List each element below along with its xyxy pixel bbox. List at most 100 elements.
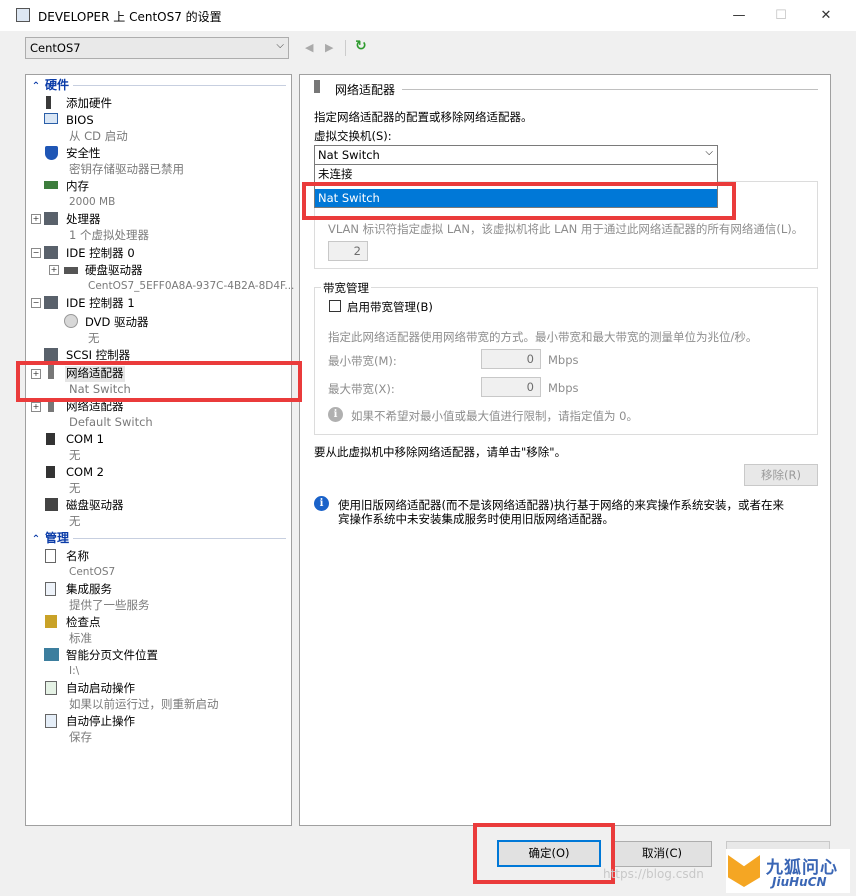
bandwidth-description: 指定此网络适配器使用网络带宽的方式。最小带宽和最大带宽的测量单位为兆位/秒。 [328,330,758,344]
option-not-connected[interactable]: 未连接 [315,165,717,183]
tree-item-com1[interactable]: COM 1 [66,431,104,447]
tree-item-ide-0[interactable]: IDE 控制器 0 [66,245,135,261]
dvd-icon [64,314,78,328]
tree-item-name[interactable]: 名称 [66,548,89,564]
virtual-switch-value: Nat Switch [318,148,380,162]
chevron-down-icon: ⌵ [705,147,713,158]
paging-file-icon [44,648,59,661]
app-icon [16,8,30,22]
checkpoint-icon [45,615,57,628]
paging-location-detail: I:\ [69,665,80,677]
tree-item-checkpoints[interactable]: 检查点 [66,614,101,630]
dvd-detail: 无 [88,331,100,345]
processor-icon [44,212,58,225]
tree-item-ide-1[interactable]: IDE 控制器 1 [66,295,135,311]
expand-icon[interactable]: + [31,214,41,224]
tree-item-processor[interactable]: 处理器 [66,211,101,227]
max-bandwidth-input[interactable]: 0 [481,377,541,397]
back-icon[interactable]: ◀ [305,41,313,54]
annotation-highlight-dropdown [302,182,736,220]
refresh-icon[interactable]: ↻ [355,38,367,54]
chevron-down-icon: ⌵ [276,40,284,51]
ide-controller-icon [44,246,58,259]
vlan-description: VLAN 标识符指定虚拟 LAN，该虚拟机将此 LAN 用于通过此网络适配器的所… [328,222,804,236]
watermark-url: https://blog.csdn [603,867,704,881]
tree-item-security[interactable]: 安全性 [66,145,101,161]
com1-detail: 无 [69,448,81,462]
management-section-header[interactable]: ⌃ 管理 [27,531,290,546]
min-bandwidth-label: 最小带宽(M): [328,354,397,368]
tree-item-hard-disk[interactable]: 硬盘驱动器 [85,262,143,278]
forward-icon[interactable]: ▶ [325,41,333,54]
expand-icon[interactable]: + [49,265,59,275]
collapse-icon[interactable]: − [31,248,41,258]
floppy-icon [45,498,58,511]
com-port-icon [46,433,55,445]
shield-icon [45,146,58,160]
tree-item-auto-stop[interactable]: 自动停止操作 [66,713,135,729]
com-port-icon [46,466,55,478]
minimize-button[interactable]: — [716,0,762,31]
tree-item-paging-location[interactable]: 智能分页文件位置 [66,647,158,663]
bios-detail: 从 CD 启动 [69,129,128,143]
memory-detail: 2000 MB [69,196,116,208]
toolbar-divider [345,40,346,56]
checkpoints-detail: 标准 [69,631,92,645]
tree-item-integration-services[interactable]: 集成服务 [66,581,112,597]
tree-item-diskette[interactable]: 磁盘驱动器 [66,497,124,513]
name-icon [45,549,56,563]
tree-item-memory[interactable]: 内存 [66,178,89,194]
auto-stop-icon [45,714,57,728]
tree-item-dvd[interactable]: DVD 驱动器 [85,314,149,330]
window-title: DEVELOPER 上 CentOS7 的设置 [38,10,222,24]
legacy-adapter-note-line2: 宾操作系统中未安装集成服务时使用旧版网络适配器。 [338,512,614,526]
vm-selector-value: CentOS7 [30,41,81,55]
min-bandwidth-input[interactable]: 0 [481,349,541,369]
remove-button[interactable]: 移除(R) [744,464,818,486]
name-detail: CentOS7 [69,566,116,578]
info-icon: i [328,407,343,422]
com2-detail: 无 [69,481,81,495]
bandwidth-checkbox[interactable] [329,300,341,312]
annotation-highlight-ok [473,823,615,884]
ide-controller-icon [44,296,58,309]
integration-services-icon [45,582,56,596]
processor-detail: 1 个虚拟处理器 [69,228,149,242]
vlan-id-input[interactable]: 2 [328,241,368,261]
cancel-button[interactable]: 取消(C) [612,841,712,867]
fox-logo-icon [728,855,760,887]
max-bandwidth-unit: Mbps [548,381,579,395]
expand-icon[interactable]: + [31,402,41,412]
memory-icon [44,181,58,189]
bios-icon [44,113,58,124]
tree-item-add-hardware[interactable]: 添加硬件 [66,95,112,111]
min-bandwidth-unit: Mbps [548,353,579,367]
adapter-description: 指定网络适配器的配置或移除网络适配器。 [314,110,533,124]
collapse-icon: ⌃ [31,81,41,92]
watermark-logo: 九狐问心 JiuHuCN [726,849,850,893]
scsi-controller-icon [44,348,58,361]
tree-item-com2[interactable]: COM 2 [66,464,104,480]
close-button[interactable]: ✕ [803,0,849,31]
auto-stop-detail: 保存 [69,730,92,744]
hardware-section-header[interactable]: ⌃ 硬件 [27,78,290,93]
virtual-switch-select[interactable]: Nat Switch ⌵ [314,145,718,165]
collapse-icon[interactable]: − [31,298,41,308]
title-divider [402,89,818,90]
bandwidth-checkbox-label[interactable]: 启用带宽管理(B) [347,299,433,315]
annotation-highlight-network-adapter [16,361,302,402]
security-detail: 密钥存储驱动器已禁用 [69,162,184,176]
hard-disk-icon [64,267,78,274]
auto-start-detail: 如果以前运行过，则重新启动 [69,697,219,711]
watermark-logo-en: JiuHuCN [772,875,827,889]
tree-item-bios[interactable]: BIOS [66,112,94,128]
virtual-switch-label: 虚拟交换机(S): [314,129,392,143]
remove-description: 要从此虚拟机中移除网络适配器，请单击"移除"。 [314,445,567,459]
add-hardware-icon [46,96,51,109]
vm-selector[interactable]: CentOS7 ⌵ [25,37,289,59]
integration-services-detail: 提供了一些服务 [69,598,150,612]
bandwidth-limit-note: 如果不希望对最小值或最大值进行限制，请指定值为 0。 [351,409,638,423]
auto-start-icon [45,681,57,695]
tree-item-auto-start[interactable]: 自动启动操作 [66,680,135,696]
maximize-button[interactable]: ☐ [758,0,804,31]
